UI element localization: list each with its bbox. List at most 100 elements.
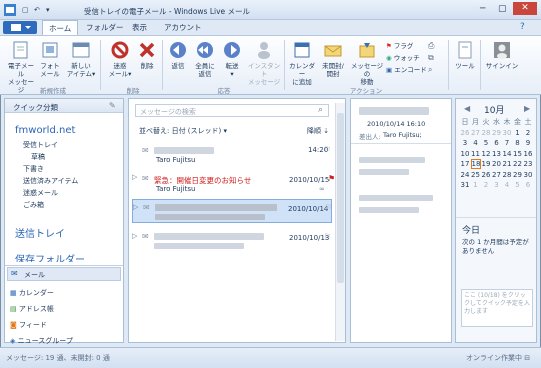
folder-sub[interactable]: 草稿 [23,151,78,163]
minimize-button[interactable]: ─ [480,4,485,14]
reading-from[interactable]: Taro Fujitsu; [383,131,422,139]
tab-home[interactable]: ホーム [42,20,79,36]
quick-views-header[interactable]: クイック分類 ✎ [5,99,123,113]
quick-access-toolbar-icon[interactable] [4,4,16,16]
tab-account[interactable]: アカウント [158,20,208,35]
calendar-day[interactable]: 29 [492,128,502,138]
copy-icon[interactable]: ⧉ [428,52,434,64]
qat-sync-icon[interactable]: ▾ [46,6,50,14]
calendar-day[interactable]: 1 [471,180,481,190]
unread-read-button[interactable]: 未開封/開封 [318,40,348,78]
calendar-day[interactable]: 26 [460,128,470,138]
sort-direction[interactable]: 降順 ⇣ [307,126,329,136]
junk-button[interactable]: 迷惑 メール▾ [106,40,134,78]
folder-inbox[interactable]: 受信トレイ [23,139,78,151]
calendar-day[interactable]: 30 [523,170,533,180]
folder-sent[interactable]: 送信済みアイテム [23,175,78,187]
calendar-day[interactable]: 28 [481,128,491,138]
find-icon[interactable]: ⌕ [428,64,434,76]
next-month-icon[interactable]: ▶ [524,104,530,113]
calendar-day[interactable]: 24 [460,170,470,180]
calendar-day[interactable]: 28 [502,170,512,180]
search-input[interactable]: メッセージの検索 [140,107,196,117]
calendar-day[interactable]: 23 [523,159,533,169]
calendar-day[interactable]: 29 [513,170,523,180]
nav-feeds[interactable]: ◙ フィード [10,317,73,333]
tools-button[interactable]: ツール [452,40,478,70]
calendar-day[interactable]: 12 [481,149,491,159]
expand-icon[interactable]: ▷ [132,232,137,240]
move-message-button[interactable]: メッセージの 移動 [350,40,384,86]
instant-message-button[interactable]: インスタント メッセージ [246,40,282,86]
folder-drafts[interactable]: 下書き [23,163,78,175]
calendar-day[interactable]: 17 [460,159,470,169]
folder-junk[interactable]: 迷惑メール [23,187,78,199]
account-name[interactable]: fmworld.net [15,125,75,136]
message-row[interactable]: ▷ ✉ 2010/10/13 ⚐ [132,229,332,253]
message-row-selected[interactable]: ▷ ✉ 2010/10/14 ⚐ [132,199,332,223]
help-icon[interactable]: ? [520,22,525,32]
calendar-day[interactable]: 2 [481,180,491,190]
pin-icon[interactable]: ✎ [109,101,116,110]
storage-folders[interactable]: 保存フォルダー [5,249,123,262]
outbox-folder[interactable]: 送信トレイ [15,225,65,240]
calendar-day[interactable]: 31 [460,180,470,190]
calendar-day[interactable]: 22 [513,159,523,169]
flag-icon[interactable]: ⚐ [324,145,331,154]
calendar-day[interactable]: 8 [513,138,523,148]
calendar-day[interactable]: 3 [492,180,502,190]
flag-icon[interactable]: ⚐ [325,203,332,212]
calendar-day[interactable]: 19 [481,159,491,169]
tab-folder[interactable]: フォルダー [80,20,130,35]
qat-reply-icon[interactable]: ↶ [34,6,40,14]
calendar-day[interactable]: 4 [471,138,481,148]
photo-mail-button[interactable]: フォト メール [38,40,62,78]
expand-icon[interactable]: ▷ [133,203,138,211]
close-button[interactable]: ✕ [513,2,537,15]
delete-button[interactable]: 削除 [136,40,158,70]
calendar-day[interactable]: 6 [523,180,533,190]
app-menu-button[interactable] [3,21,37,34]
prev-month-icon[interactable]: ◀ [464,104,470,113]
calendar-day[interactable]: 26 [481,170,491,180]
message-row[interactable]: ✉ Taro Fujitsu 14:20 ⚐ [132,143,332,167]
print-icon[interactable]: ⎙ [428,40,434,52]
calendar-day[interactable]: 30 [502,128,512,138]
scroll-thumb[interactable] [337,113,344,283]
flag-icon[interactable]: ⚑ [328,174,335,183]
calendar-day[interactable]: 20 [492,159,502,169]
nav-contacts[interactable]: ▤ アドレス帳 [10,301,73,317]
calendar-day[interactable]: 18 [470,159,481,169]
calendar-day[interactable]: 5 [513,180,523,190]
forward-button[interactable]: 転送 ▾ [220,40,244,78]
calendar-day[interactable]: 11 [471,149,481,159]
reply-button[interactable]: 返信 [166,40,190,70]
calendar-day[interactable]: 13 [492,149,502,159]
encode-button[interactable]: ▣ エンコード [386,64,427,76]
add-to-calendar-button[interactable]: カレンダー に追加 [286,40,318,86]
nav-mail[interactable]: ✉ メール [7,267,121,281]
flag-button[interactable]: ⚑ フラグ [386,40,427,52]
calendar-day[interactable]: 27 [471,128,481,138]
calendar-day[interactable]: 21 [502,159,512,169]
calendar-day[interactable]: 16 [523,149,533,159]
search-box[interactable]: メッセージの検索 ⌕ [135,104,329,117]
calendar-day[interactable]: 7 [502,138,512,148]
flag-icon[interactable]: ⚐ [324,232,331,241]
calendar-day[interactable]: 1 [513,128,523,138]
calendar-day[interactable]: 5 [481,138,491,148]
tab-view[interactable]: 表示 [126,20,153,35]
calendar-day[interactable]: 4 [502,180,512,190]
list-scrollbar[interactable] [335,103,345,341]
calendar-day[interactable]: 15 [513,149,523,159]
signin-button[interactable]: サインイン [484,40,520,70]
quick-event-input[interactable]: ここ (10/18) をクリックしてクイック予定を入力します [461,289,533,327]
calendar-day[interactable]: 14 [502,149,512,159]
message-row[interactable]: ▷ ✉ 緊急：開催日変更のお知らせ Taro Fujitsu 2010/10/1… [132,171,335,195]
qat-new-icon[interactable]: ▢ [22,6,29,14]
expand-icon[interactable]: ▷ [132,173,137,181]
calendar-day[interactable]: 6 [492,138,502,148]
new-items-button[interactable]: 新しい アイテム▾ [66,40,96,78]
maximize-button[interactable]: ▢ [498,4,507,14]
folder-trash[interactable]: ごみ箱 [23,199,78,211]
